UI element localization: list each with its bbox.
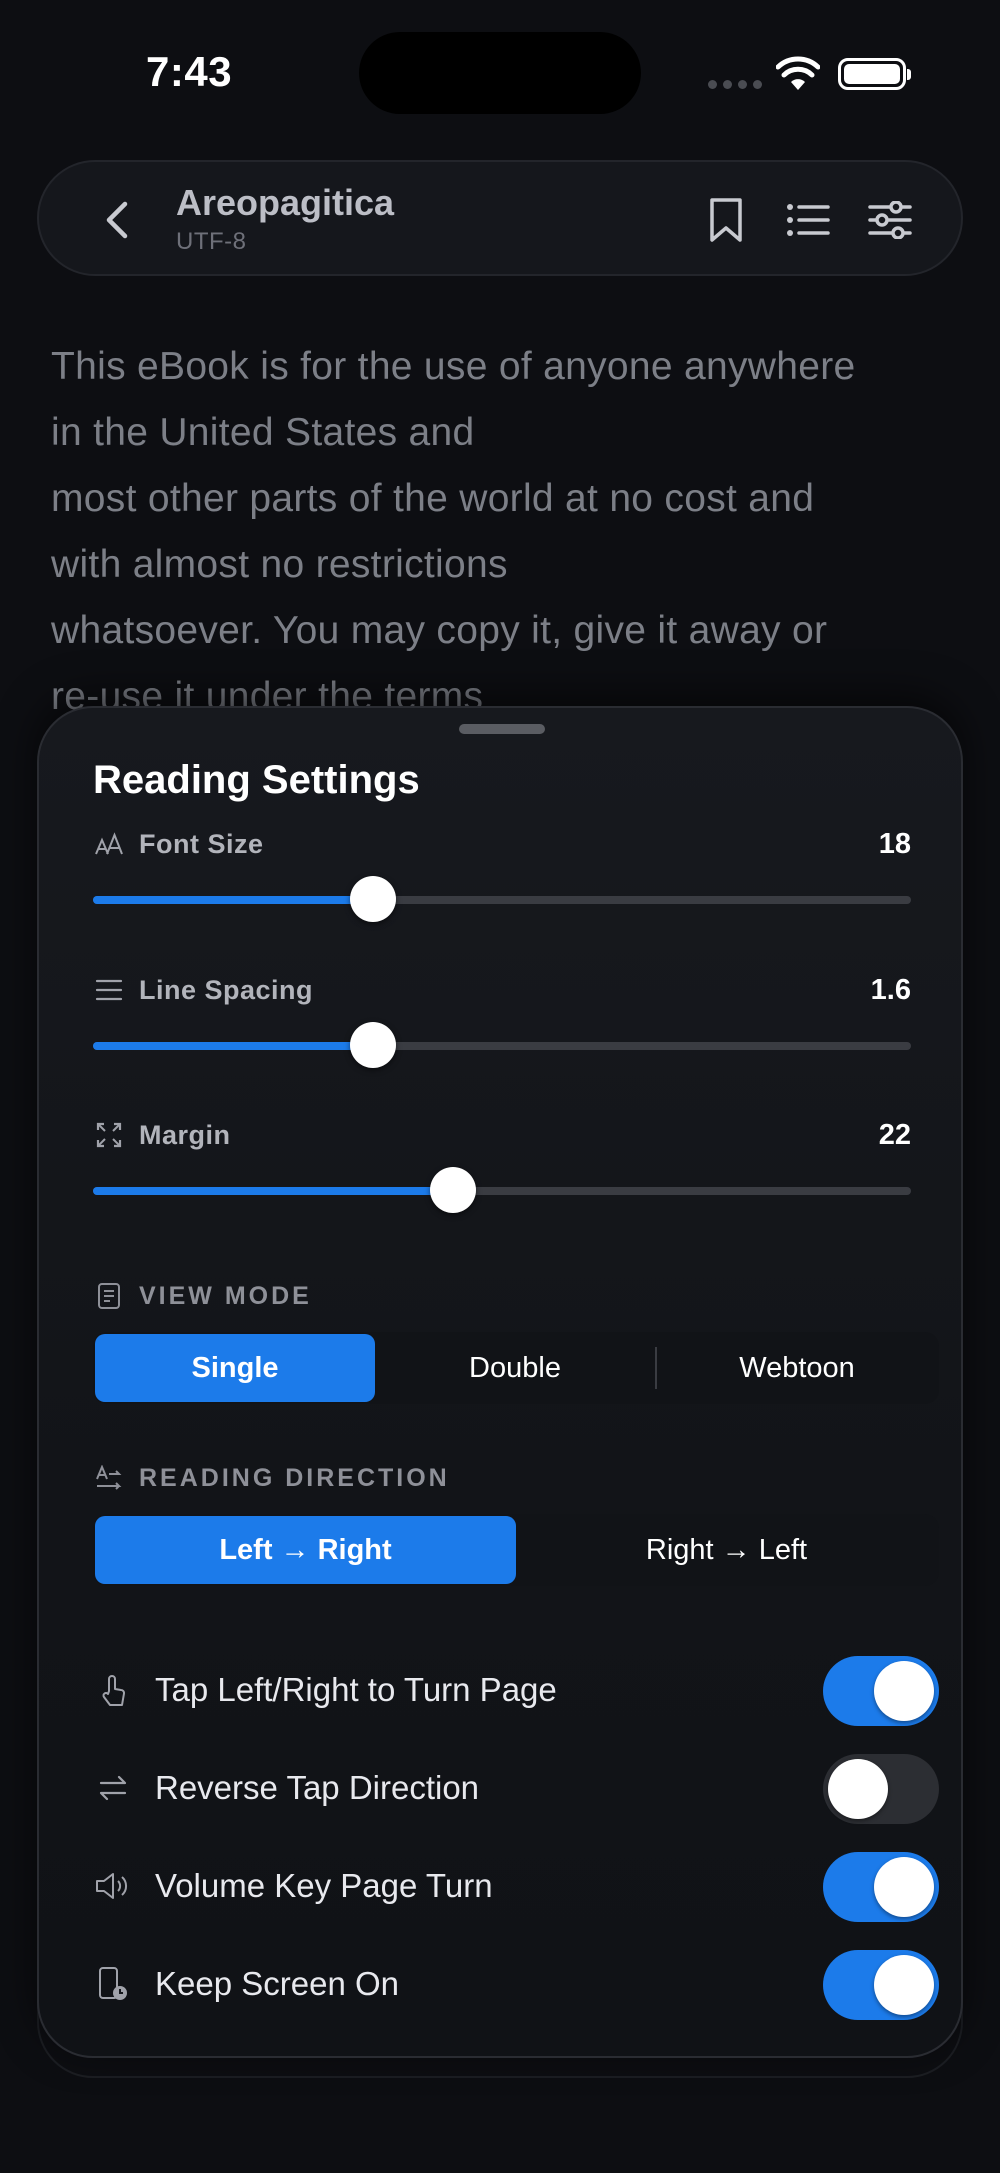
view-mode-control: Single Double Webtoon (93, 1332, 939, 1404)
book-line: with almost no restrictions (51, 543, 508, 586)
line-spacing-value: 1.6 (870, 974, 911, 1006)
font-size-label-group: Font Size (93, 828, 264, 860)
reading-settings-sheet: Reading Settings Font Size 18 Line Spaci… (37, 706, 963, 2058)
book-line: in the United States and (51, 411, 475, 454)
document-icon (93, 1280, 125, 1312)
slider-thumb[interactable] (349, 1022, 396, 1068)
view-mode-single[interactable]: Single (95, 1334, 375, 1402)
toggle-label: Reverse Tap Direction (155, 1769, 480, 1806)
margin-label-group: Margin (93, 1119, 231, 1151)
text-direction-icon (93, 1462, 125, 1494)
battery-icon (838, 58, 911, 90)
switch-knob (874, 1661, 934, 1721)
margin-slider[interactable] (93, 1167, 911, 1213)
signal-icon (708, 80, 762, 89)
line-spacing-setting: Line Spacing 1.6 (93, 974, 911, 1074)
swap-arrows-icon (93, 1768, 133, 1808)
sheet-title: Reading Settings (93, 758, 420, 802)
tap-turn-page-switch[interactable] (823, 1656, 939, 1726)
direction-left-to-right[interactable]: Left → Right (95, 1516, 516, 1584)
back-button[interactable] (97, 198, 137, 242)
settings-button[interactable] (862, 192, 918, 248)
bookmark-icon (710, 198, 742, 242)
bookmark-button[interactable] (698, 192, 754, 248)
reading-direction-heading: READING DIRECTION (93, 1462, 450, 1494)
line-spacing-label: Line Spacing (139, 974, 314, 1005)
volume-key-switch[interactable] (823, 1852, 939, 1922)
slider-fill (93, 896, 373, 904)
toggle-keep-screen-on: Keep Screen On (93, 1944, 939, 2024)
slider-thumb[interactable] (349, 876, 396, 922)
book-line: most other parts of the world at no cost… (51, 477, 815, 520)
dynamic-island (359, 32, 641, 114)
font-size-value: 18 (878, 828, 911, 860)
book-line: whatsoever. You may copy it, give it awa… (51, 609, 828, 652)
view-mode-webtoon[interactable]: Webtoon (657, 1334, 937, 1402)
book-encoding: UTF-8 (176, 228, 247, 255)
toggle-label: Tap Left/Right to Turn Page (155, 1671, 557, 1708)
switch-knob (874, 1955, 934, 2015)
reader-top-bar: Areopagitica UTF-8 (37, 160, 963, 276)
chevron-left-icon (106, 201, 128, 239)
line-spacing-slider[interactable] (93, 1022, 911, 1068)
switch-knob (874, 1857, 934, 1917)
tap-hand-icon (93, 1670, 133, 1710)
font-size-slider[interactable] (93, 876, 911, 922)
view-mode-label: VIEW MODE (139, 1281, 312, 1310)
text-size-icon (93, 828, 125, 860)
sliders-icon (868, 201, 912, 239)
book-title: Areopagitica (176, 182, 395, 223)
slider-fill (93, 1042, 373, 1050)
direction-right-to-left[interactable]: Right → Left (516, 1516, 937, 1584)
line-spacing-icon (93, 974, 125, 1006)
view-mode-heading: VIEW MODE (93, 1280, 312, 1312)
slider-fill (93, 1187, 453, 1195)
book-line: This eBook is for the use of anyone anyw… (51, 345, 856, 388)
reading-direction-control: Left → Right Right → Left (93, 1514, 939, 1586)
reading-direction-label: READING DIRECTION (139, 1463, 450, 1492)
reverse-tap-switch[interactable] (823, 1754, 939, 1824)
margin-setting: Margin 22 (93, 1119, 911, 1219)
keep-screen-on-switch[interactable] (823, 1950, 939, 2020)
status-time: 7:43 (146, 48, 233, 95)
sheet-grabber[interactable] (459, 724, 545, 734)
toggle-tap-turn-page: Tap Left/Right to Turn Page (93, 1650, 939, 1730)
line-spacing-label-group: Line Spacing (93, 974, 313, 1006)
expand-icon (93, 1119, 125, 1151)
margin-label: Margin (139, 1119, 231, 1150)
margin-value: 22 (878, 1119, 911, 1151)
font-size-setting: Font Size 18 (93, 828, 911, 928)
table-of-contents-button[interactable] (780, 192, 836, 248)
toggle-label: Keep Screen On (155, 1965, 399, 2002)
view-mode-double[interactable]: Double (375, 1334, 655, 1402)
phone-clock-icon (93, 1964, 133, 2004)
toggle-volume-key: Volume Key Page Turn (93, 1846, 939, 1926)
toggle-label: Volume Key Page Turn (155, 1867, 493, 1904)
book-content: This eBook is for the use of anyone anyw… (51, 334, 951, 730)
slider-thumb[interactable] (429, 1167, 476, 1213)
font-size-label: Font Size (139, 828, 264, 859)
speaker-icon (93, 1866, 133, 1906)
switch-knob (828, 1759, 888, 1819)
toggle-reverse-tap: Reverse Tap Direction (93, 1748, 939, 1828)
wifi-icon (776, 56, 820, 90)
list-icon (787, 204, 830, 236)
